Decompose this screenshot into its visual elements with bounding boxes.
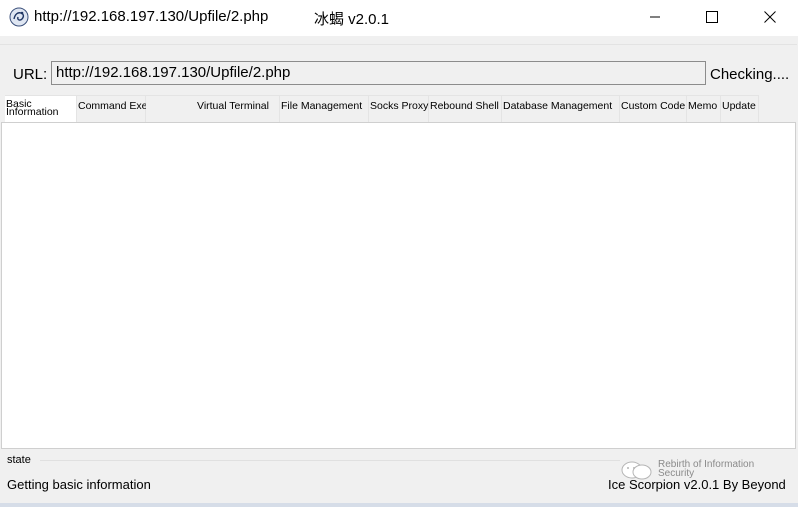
tab-memo[interactable]: Memo [687, 95, 721, 122]
tab-custom-code[interactable]: Custom Code [620, 95, 687, 122]
tab-command-execution[interactable]: Command Execution [77, 95, 175, 122]
tab-strip: Basic Information Command Execution Virt… [2, 95, 796, 123]
minimize-icon [650, 16, 660, 18]
state-group-label: state [7, 454, 31, 466]
tab-socks-proxy[interactable]: Socks Proxy [369, 95, 429, 122]
maximize-button[interactable] [683, 0, 741, 34]
connection-status: Checking.... [710, 66, 790, 83]
title-bar: http://192.168.197.130/Upfile/2.php 冰蝎 v… [0, 0, 798, 36]
window-app-version: 冰蝎 v2.0.1 [314, 11, 390, 28]
footer-credit: Ice Scorpion v2.0.1 By Beyond [608, 477, 786, 492]
tab-virtual-terminal[interactable]: Virtual Terminal [196, 95, 280, 122]
tab-update[interactable]: Update [721, 95, 759, 122]
url-label: URL: [13, 66, 48, 83]
maximize-icon [706, 11, 718, 23]
tab-file-management[interactable]: File Management [280, 95, 369, 122]
watermark-text: Rebirth of Information Security [658, 459, 755, 479]
tab-content-panel [1, 122, 796, 449]
scorpion-logo-icon [9, 7, 29, 27]
status-message: Getting basic information [7, 477, 151, 492]
minimize-button[interactable] [626, 0, 684, 34]
tab-rebound-shell[interactable]: Rebound Shell [429, 95, 502, 122]
app-window: http://192.168.197.130/Upfile/2.php 冰蝎 v… [0, 0, 798, 507]
tab-database-management[interactable]: Database Management [502, 95, 620, 122]
state-divider [40, 460, 620, 461]
close-icon [764, 11, 776, 23]
close-button[interactable] [741, 0, 798, 34]
tab-basic-information[interactable]: Basic Information [5, 95, 77, 123]
bottom-strip [0, 503, 798, 507]
window-title: http://192.168.197.130/Upfile/2.php [34, 8, 269, 25]
url-input[interactable] [51, 61, 706, 85]
